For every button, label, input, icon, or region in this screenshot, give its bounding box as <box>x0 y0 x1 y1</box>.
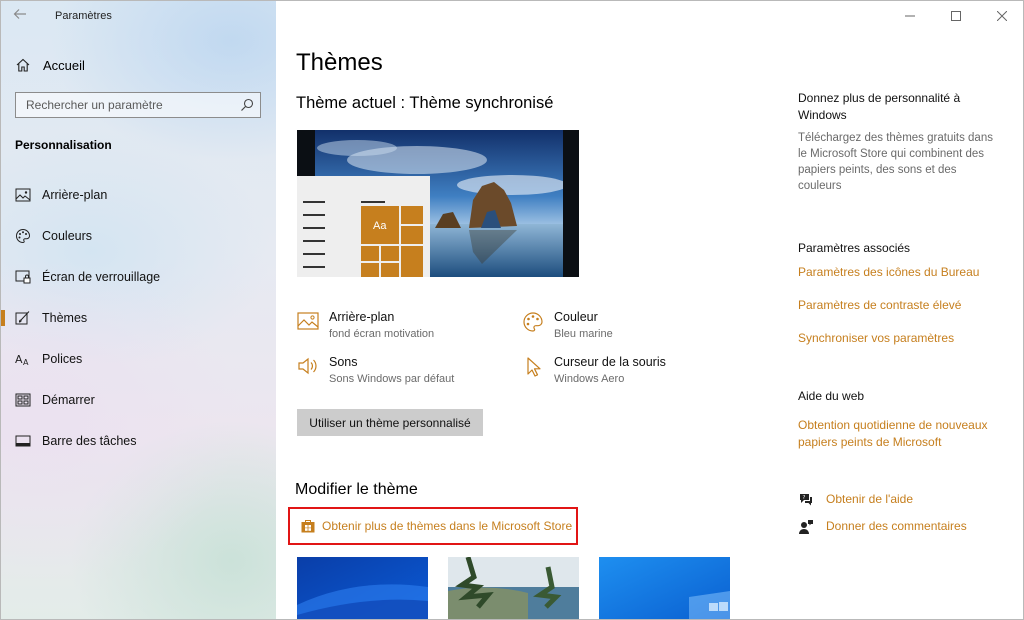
store-bag-icon <box>300 518 316 534</box>
web-help-title: Aide du web <box>798 389 865 403</box>
svg-text:A: A <box>15 353 23 366</box>
modify-theme-title: Modifier le thème <box>295 481 418 498</box>
property-value: Windows Aero <box>554 373 625 385</box>
picture-icon <box>15 187 31 203</box>
speaker-icon <box>297 356 319 378</box>
feedback-link[interactable]: Donner des commentaires <box>798 518 967 535</box>
sidebar-item-start[interactable]: Démarrer <box>1 379 276 420</box>
app-title: Paramètres <box>55 10 112 22</box>
preview-tile-text: Aa <box>373 220 387 232</box>
sidebar-item-lock-screen[interactable]: Écran de verrouillage <box>1 256 276 297</box>
sidebar-item-label: Écran de verrouillage <box>42 269 161 284</box>
title-bar: Paramètres <box>1 1 276 33</box>
store-link-label: Obtenir plus de thèmes dans le Microsoft… <box>322 519 573 533</box>
sidebar-item-label: Barre des tâches <box>42 433 137 448</box>
property-cursor[interactable]: Curseur de la souris Windows Aero <box>522 355 666 385</box>
feedback-icon <box>798 519 814 535</box>
property-value: fond écran motivation <box>329 328 435 340</box>
related-title: Paramètres associés <box>798 241 911 255</box>
related-link-desktop-icons[interactable]: Paramètres des icônes du Bureau <box>798 264 1003 281</box>
promo-section: Donnez plus de personnalité à Windows Té… <box>798 90 1003 194</box>
section-title: Personnalisation <box>15 138 112 152</box>
sidebar-item-taskbar[interactable]: Barre des tâches <box>1 420 276 461</box>
sidebar-item-fonts[interactable]: AA Polices <box>1 338 276 379</box>
sidebar-item-themes[interactable]: Thèmes <box>1 297 276 338</box>
window-controls <box>887 1 1023 31</box>
font-icon: AA <box>15 351 31 367</box>
property-color[interactable]: Couleur Bleu marine <box>522 310 613 340</box>
sidebar: Paramètres Accueil Personnalisation Arri… <box>1 1 276 619</box>
theme-preview: Aa <box>297 130 579 277</box>
property-title: Sons <box>329 355 358 369</box>
get-help-link[interactable]: ? Obtenir de l'aide <box>798 491 913 508</box>
home-icon <box>15 57 31 73</box>
property-title: Arrière-plan <box>329 310 395 324</box>
web-help-section: Aide du web Obtention quotidienne de nou… <box>798 388 1003 451</box>
main-panel: Thèmes Thème actuel : Thème synchronisé <box>276 1 1023 619</box>
theme-thumbnail-windows[interactable] <box>297 557 428 619</box>
promo-text: Téléchargez des thèmes gratuits dans le … <box>798 132 993 192</box>
current-theme-title: Thème actuel : Thème synchronisé <box>296 94 554 112</box>
page-title: Thèmes <box>296 49 383 76</box>
property-title: Couleur <box>554 310 598 324</box>
palette-icon <box>522 311 544 333</box>
preview-tile-large: Aa <box>361 206 399 244</box>
maximize-icon[interactable] <box>933 1 979 31</box>
property-background[interactable]: Arrière-plan fond écran motivation <box>297 310 434 340</box>
cursor-icon <box>522 356 544 378</box>
related-link-high-contrast[interactable]: Paramètres de contraste élevé <box>798 297 1003 314</box>
search-input[interactable] <box>16 93 246 117</box>
property-value: Sons Windows par défaut <box>329 373 455 385</box>
home-nav-item[interactable]: Accueil <box>15 55 85 75</box>
home-label: Accueil <box>43 57 85 73</box>
sidebar-item-label: Couleurs <box>42 228 93 243</box>
palette-icon <box>15 228 31 244</box>
settings-window: Paramètres Accueil Personnalisation Arri… <box>0 0 1024 620</box>
property-sounds[interactable]: Sons Sons Windows par défaut <box>297 355 454 385</box>
web-help-link[interactable]: Obtention quotidienne de nouveaux papier… <box>798 417 1003 451</box>
theme-thumbnail-light[interactable] <box>599 557 730 619</box>
sidebar-item-background[interactable]: Arrière-plan <box>1 174 276 215</box>
property-title: Curseur de la souris <box>554 355 666 369</box>
sidebar-item-label: Arrière-plan <box>42 187 108 202</box>
get-help-label: Obtenir de l'aide <box>826 492 914 506</box>
sidebar-item-label: Polices <box>42 351 83 366</box>
related-link-sync[interactable]: Synchroniser vos paramètres <box>798 330 1003 347</box>
sidebar-item-colors[interactable]: Couleurs <box>1 215 276 256</box>
sidebar-nav: Arrière-plan Couleurs Écran de verrouill… <box>1 174 276 461</box>
theme-thumbnail-coast[interactable] <box>448 557 579 619</box>
related-settings: Paramètres associés Paramètres des icône… <box>798 240 1003 347</box>
svg-text:A: A <box>23 358 29 367</box>
property-value: Bleu marine <box>554 328 613 340</box>
picture-icon <box>297 311 319 333</box>
promo-title: Donnez plus de personnalité à Windows <box>798 91 961 122</box>
custom-theme-button[interactable]: Utiliser un thème personnalisé <box>297 409 483 436</box>
start-icon <box>15 392 31 408</box>
taskbar-icon <box>15 433 31 449</box>
sidebar-item-label: Démarrer <box>42 392 95 407</box>
svg-text:?: ? <box>803 495 806 501</box>
brush-icon <box>15 310 31 326</box>
lock-screen-icon <box>15 269 31 285</box>
preview-lines <box>303 201 327 277</box>
search-icon[interactable] <box>240 98 254 112</box>
search-box[interactable] <box>15 92 261 118</box>
preview-tiles: Aa <box>361 206 423 277</box>
back-arrow-icon[interactable] <box>13 7 33 25</box>
help-chat-icon: ? <box>798 492 814 508</box>
minimize-icon[interactable] <box>887 1 933 31</box>
close-icon[interactable] <box>979 1 1023 31</box>
preview-window: Aa <box>297 176 430 277</box>
feedback-label: Donner des commentaires <box>826 519 967 533</box>
sidebar-item-label: Thèmes <box>42 310 88 325</box>
store-link[interactable]: Obtenir plus de thèmes dans le Microsoft… <box>288 507 578 545</box>
